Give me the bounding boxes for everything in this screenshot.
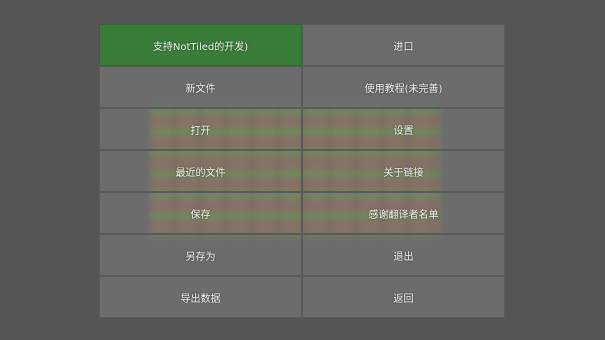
exit-button[interactable]: 退出 (302, 234, 505, 276)
recent-files-button[interactable]: 最近的文件 (99, 150, 302, 192)
new-file-button[interactable]: 新文件 (99, 66, 302, 108)
about-links-button[interactable]: 关于链接 (302, 150, 505, 192)
settings-button[interactable]: 设置 (302, 108, 505, 150)
save-as-button[interactable]: 另存为 (99, 234, 302, 276)
translator-credits-button[interactable]: 感谢翻译者名单 (302, 192, 505, 234)
support-development-button[interactable]: 支持NotTiled的开发) (99, 24, 302, 66)
open-button[interactable]: 打开 (99, 108, 302, 150)
tutorial-button[interactable]: 使用教程(未完善) (302, 66, 505, 108)
import-button[interactable]: 进口 (302, 24, 505, 66)
main-menu: 支持NotTiled的开发) 进口 新文件 使用教程(未完善) 打开 设置 最近… (99, 24, 505, 318)
export-data-button[interactable]: 导出数据 (99, 276, 302, 318)
save-button[interactable]: 保存 (99, 192, 302, 234)
back-button[interactable]: 返回 (302, 276, 505, 318)
